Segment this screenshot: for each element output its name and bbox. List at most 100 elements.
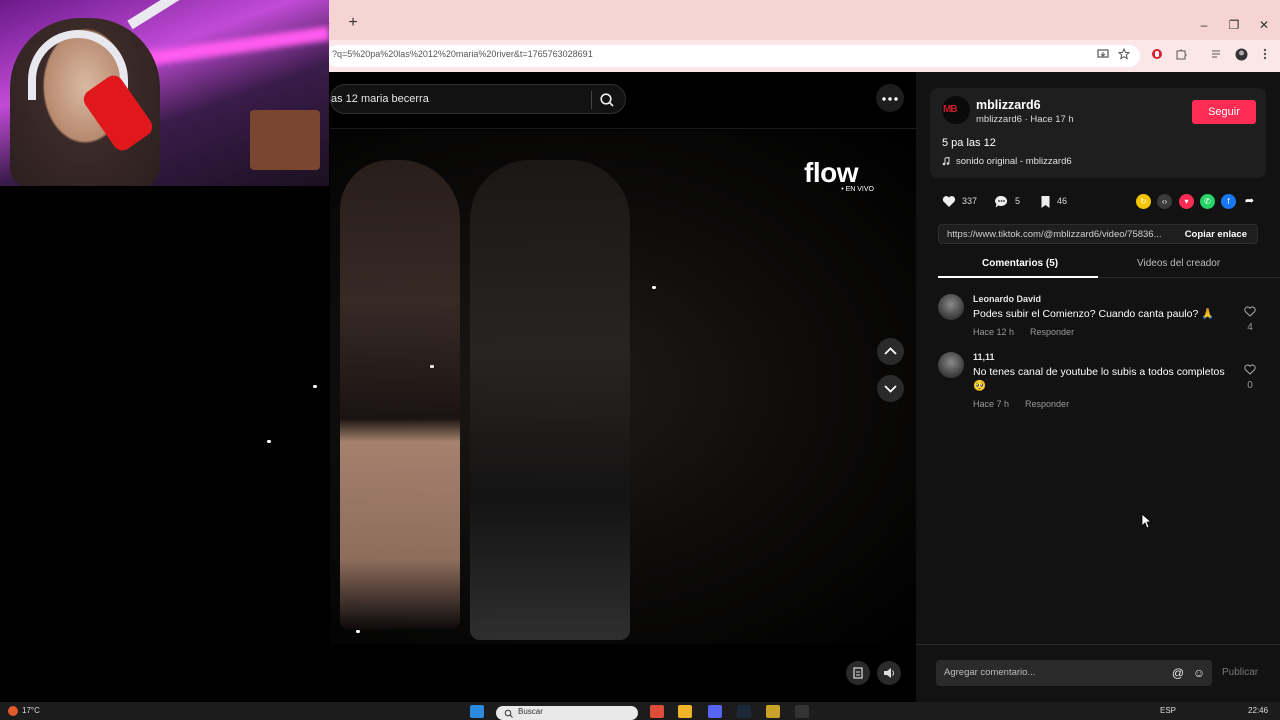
comment-like-button[interactable]: 0 [1242,362,1258,391]
commenter-name[interactable]: Leonardo David [973,294,1041,304]
search-icon [504,709,513,718]
screen: ‹ + – ❐ ✕ ?q=5%20pa%20las%2012%20maria%2… [0,0,1280,720]
close-window-button[interactable]: ✕ [1256,18,1272,32]
comment-count: 5 [1015,196,1021,206]
adblock-extension-icon[interactable] [1150,48,1164,62]
bookmark-star-icon[interactable] [1117,47,1131,62]
creator-meta: mblizzard6 · Hace 17 h [976,114,1074,125]
led-light [129,26,329,68]
commenter-avatar[interactable] [938,294,964,320]
heart-icon [942,196,956,208]
stage-light [267,440,271,443]
search-icon[interactable] [599,92,615,108]
creator-username[interactable]: mblizzard6 [976,98,1041,112]
embed-icon[interactable]: ‹› [1157,194,1172,209]
post-caption: 5 pa las 12 [942,137,996,149]
discord-icon[interactable] [708,705,722,718]
comment-time: Hace 12 h [973,327,1015,337]
like-count: 337 [962,196,978,206]
url-field[interactable]: ?q=5%20pa%20las%2012%20maria%20river&t=1… [326,45,1140,67]
previous-video-button[interactable] [877,338,904,365]
reply-button[interactable]: Responder [1025,399,1069,409]
file-explorer-icon[interactable] [678,705,692,718]
broadcaster-logo: flow • EN VIVO [804,157,874,194]
stage-light [313,385,317,388]
os-taskbar: 17°C Buscar ESP 22:46 [0,702,1280,720]
bookmark-icon [1041,195,1050,208]
save-button[interactable]: 46 [1040,192,1067,210]
follow-button[interactable]: Seguir [1192,100,1256,124]
stage-light [430,365,434,368]
copy-link-button[interactable]: Copiar enlace [1185,229,1247,240]
browser-menu-icon[interactable] [1258,48,1272,62]
search-query: as 12 maria becerra [331,93,429,105]
weather-widget[interactable]: 17°C [8,704,40,718]
comment-button[interactable]: 5 [994,192,1020,210]
new-tab-button[interactable]: + [346,15,360,31]
report-button[interactable] [846,661,870,685]
video-player[interactable] [330,130,916,644]
url-text: ?q=5%20pa%20las%2012%20maria%20river&t=1… [332,49,593,59]
sound-name: sonido original - mblizzard6 [956,156,1072,167]
comment-like-button[interactable]: 4 [1242,304,1258,333]
minimize-button[interactable]: – [1196,18,1212,32]
creator-avatar[interactable]: MB [942,96,970,124]
share-more-icon[interactable]: ➦ [1242,194,1257,209]
maximize-button[interactable]: ❐ [1226,18,1242,32]
repost-icon[interactable]: ↻ [1136,194,1151,209]
mention-icon[interactable]: @ [1170,665,1186,681]
app-icon[interactable] [766,705,780,718]
search-divider [591,91,592,109]
language-indicator[interactable]: ESP [1160,704,1176,718]
steam-icon[interactable] [737,705,751,718]
obs-icon[interactable] [795,705,809,718]
post-time: Hace 17 h [1030,114,1074,125]
more-options-button[interactable] [876,84,904,112]
facebook-icon[interactable]: f [1221,194,1236,209]
mouse-cursor-icon [1141,513,1153,529]
comment-input[interactable]: Agregar comentario... @ ☺ [936,660,1212,686]
stage-light [356,630,360,633]
music-note-icon [942,156,950,166]
share-link-text: https://www.tiktok.com/@mblizzard6/video… [947,229,1162,240]
share-link-field[interactable]: https://www.tiktok.com/@mblizzard6/video… [938,224,1258,244]
comment-item: Leonardo David Podes subir el Comienzo? … [938,294,1264,344]
comment-item: 11,11 No tenes canal de youtube lo subis… [938,352,1264,414]
tab-comments[interactable]: Comentarios (5) [982,258,1058,269]
comment-like-count: 0 [1247,380,1253,391]
commenter-name[interactable]: 11,11 [973,352,995,362]
publish-button[interactable]: Publicar [1222,667,1258,678]
heart-outline-icon [1244,364,1256,375]
reply-button[interactable]: Responder [1030,327,1074,337]
tab-creator-videos[interactable]: Videos del creador [1137,258,1220,269]
creator-handle[interactable]: mblizzard6 [976,114,1022,125]
emoji-icon[interactable]: ☺ [1191,665,1207,681]
chrome-icon[interactable] [650,705,664,718]
send-friends-icon[interactable]: ▾ [1179,194,1194,209]
taskbar-search[interactable]: Buscar [496,706,638,720]
save-count: 46 [1057,196,1068,206]
install-app-icon[interactable] [1096,48,1110,62]
profile-avatar-icon[interactable] [1234,48,1248,62]
windows-start-icon[interactable] [470,705,484,718]
avatar-initials: MB [943,104,958,115]
panel-tabs: Comentarios (5) Videos del creador [938,254,1280,278]
stage-light [652,286,656,289]
next-video-button[interactable] [877,375,904,402]
like-button[interactable]: 337 [942,192,977,210]
clock[interactable]: 22:46 [1248,704,1268,718]
whatsapp-icon[interactable]: ✆ [1200,194,1215,209]
performer-left [340,160,460,630]
sound-link[interactable]: sonido original - mblizzard6 [942,156,1072,167]
volume-button[interactable] [877,661,901,685]
comment-placeholder: Agregar comentario... [944,667,1036,678]
logo-text: flow [804,157,859,188]
header-divider [330,128,916,129]
webcam-overlay [0,0,329,186]
extensions-puzzle-icon[interactable] [1174,48,1188,62]
commenter-avatar[interactable] [938,352,964,378]
taskbar-search-label: Buscar [518,707,543,716]
search-input[interactable]: as 12 maria becerra [330,84,626,114]
media-controls-icon[interactable] [1210,48,1224,62]
comment-text: No tenes canal de youtube lo subis a tod… [973,366,1225,392]
